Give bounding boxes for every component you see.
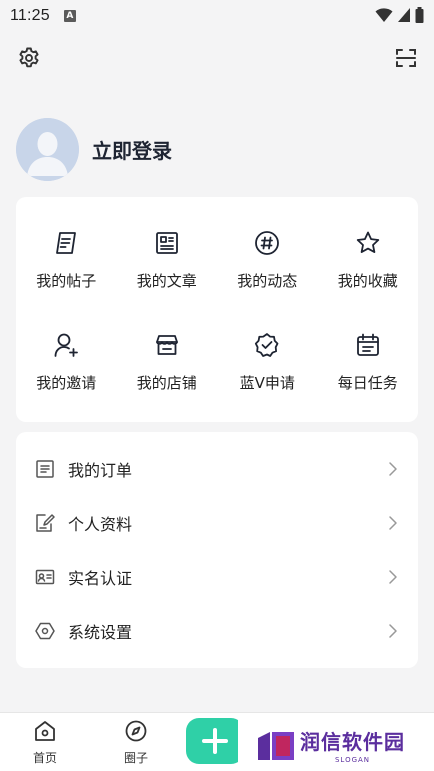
grid-item-daily-tasks[interactable]: 每日任务 (318, 313, 419, 415)
grid-item-my-articles[interactable]: 我的文章 (117, 211, 218, 313)
grid-label: 我的帖子 (36, 272, 97, 290)
chevron-right-icon (389, 624, 397, 638)
menu-label: 个人资料 (68, 515, 133, 534)
status-icons (375, 7, 424, 23)
grid-label: 我的邀请 (36, 374, 97, 392)
watermark-logo-icon (258, 731, 294, 760)
watermark-sub: SLOGAN (334, 755, 371, 764)
menu-label: 系统设置 (68, 623, 133, 642)
feature-grid-card: 我的帖子 我的文章 我的动态 我的收藏 我的邀请 我的店铺 蓝V申请 每日任务 (16, 197, 418, 422)
grid-item-my-posts[interactable]: 我的帖子 (16, 211, 117, 313)
menu-item-profile[interactable]: 个人资料 (16, 496, 418, 550)
settings-button[interactable] (17, 46, 41, 70)
id-card-icon (35, 569, 55, 585)
status-bar: 11:25 A (0, 0, 434, 32)
nav-label: 首页 (32, 751, 57, 765)
calendar-task-icon (356, 333, 379, 356)
profile-login[interactable]: 立即登录 (16, 117, 172, 181)
grid-label: 我的店铺 (136, 374, 197, 392)
invite-user-icon (54, 333, 79, 357)
menu-list-card: 我的订单 个人资料 实名认证 系统设置 (16, 432, 418, 668)
star-icon (356, 231, 379, 253)
battery-icon (415, 7, 424, 23)
gear-icon (19, 47, 39, 68)
grid-item-blue-v-apply[interactable]: 蓝V申请 (217, 313, 318, 415)
grid-label: 我的收藏 (337, 272, 398, 290)
store-icon (155, 335, 178, 355)
edit-profile-icon (36, 514, 55, 532)
menu-label: 实名认证 (68, 569, 133, 588)
avatar (16, 117, 79, 181)
chevron-right-icon (389, 462, 397, 476)
top-bar (0, 44, 434, 74)
chevron-right-icon (389, 516, 397, 530)
status-time: 11:25 (10, 7, 50, 24)
grid-label: 蓝V申请 (239, 374, 295, 392)
chevron-right-icon (389, 570, 397, 584)
compass-icon (125, 720, 147, 742)
nav-home[interactable]: 首页 (20, 719, 70, 766)
home-icon (35, 721, 55, 741)
signal-icon (398, 8, 410, 22)
grid-item-my-favorites[interactable]: 我的收藏 (318, 211, 419, 313)
add-post-button[interactable] (186, 718, 244, 764)
watermark: 润信软件园 SLOGAN (238, 718, 434, 771)
notification-a-icon: A (63, 10, 76, 22)
settings-hexagon-icon (35, 622, 55, 640)
menu-item-system-settings[interactable]: 系统设置 (16, 604, 418, 658)
scan-button[interactable] (394, 46, 418, 70)
menu-label: 我的订单 (68, 461, 133, 480)
grid-item-my-moments[interactable]: 我的动态 (217, 211, 318, 313)
menu-item-orders[interactable]: 我的订单 (16, 442, 418, 496)
grid-label: 我的动态 (237, 272, 298, 290)
grid-item-my-invites[interactable]: 我的邀请 (16, 313, 117, 415)
nav-label: 圈子 (123, 751, 148, 765)
order-icon (36, 460, 54, 478)
watermark-text: 润信软件园 SLOGAN (300, 726, 405, 764)
grid-label: 每日任务 (337, 374, 398, 392)
watermark-main: 润信软件园 (300, 729, 405, 754)
plus-icon (202, 728, 228, 754)
menu-item-real-name-verify[interactable]: 实名认证 (16, 550, 418, 604)
verified-badge-icon (255, 333, 279, 357)
scan-icon (396, 49, 416, 67)
grid-label: 我的文章 (136, 272, 197, 290)
default-avatar-icon (16, 117, 79, 181)
login-label: 立即登录 (92, 138, 172, 163)
nav-circle[interactable]: 圈子 (111, 719, 161, 766)
hashtag-icon (255, 231, 280, 255)
feature-grid: 我的帖子 我的文章 我的动态 我的收藏 我的邀请 我的店铺 蓝V申请 每日任务 (16, 197, 418, 415)
article-icon (155, 232, 178, 254)
grid-item-my-store[interactable]: 我的店铺 (117, 313, 218, 415)
post-icon (56, 232, 77, 254)
wifi-icon (375, 8, 393, 22)
